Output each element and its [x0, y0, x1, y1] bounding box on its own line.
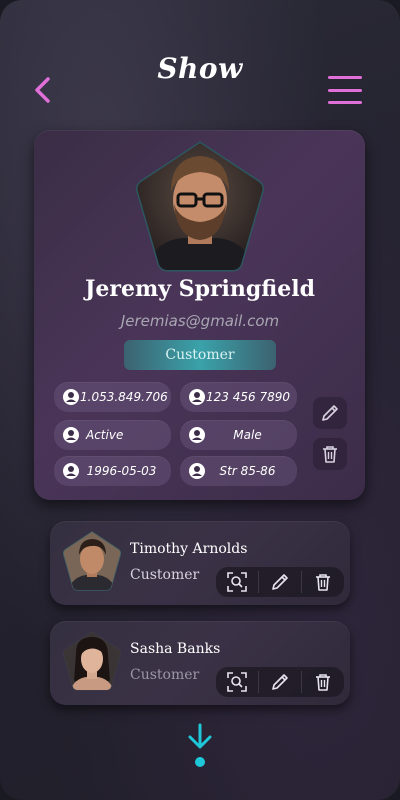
app-screen: Show Jeremy Springfield Jeremias@gmail.c… [0, 0, 400, 800]
id-number-value: 1.053.849.706 [80, 390, 168, 404]
hamburger-menu-button[interactable] [328, 76, 362, 104]
profile-email: Jeremias@gmail.com [120, 312, 280, 330]
arrow-down-icon [188, 723, 212, 767]
customer-role: Customer [130, 567, 200, 583]
trash-icon [316, 574, 330, 591]
address-value: Str 85-86 [219, 464, 276, 478]
delete-button[interactable] [302, 567, 344, 597]
trash-icon [316, 674, 330, 691]
gender-field: Male [180, 420, 297, 450]
view-button[interactable] [216, 567, 258, 597]
birthdate-field: 1996-05-03 [54, 456, 171, 486]
status-value: Active [86, 428, 124, 442]
customer-actions [216, 567, 344, 597]
edit-button[interactable] [259, 667, 301, 697]
trash-icon [323, 446, 337, 463]
id-number-field: 1.053.849.706 [54, 382, 171, 412]
edit-profile-button[interactable] [313, 397, 347, 429]
list-item[interactable]: Timothy Arnolds Customer [50, 521, 350, 605]
address-field: Str 85-86 [180, 456, 297, 486]
delete-button[interactable] [302, 667, 344, 697]
avatar [62, 531, 122, 591]
role-badge: Customer [124, 340, 276, 370]
gender-value: Male [233, 428, 262, 442]
status-field: Active [54, 420, 171, 450]
scan-search-icon [227, 572, 247, 592]
phone-field: 123 456 7890 [180, 382, 297, 412]
profile-avatar [135, 141, 265, 272]
user-circle-icon [189, 389, 205, 405]
customer-actions [216, 667, 344, 697]
user-circle-icon [63, 427, 79, 443]
pencil-icon [272, 574, 288, 590]
user-circle-icon [189, 427, 205, 443]
load-more-button[interactable] [186, 722, 214, 772]
delete-profile-button[interactable] [313, 438, 347, 470]
menu-line [328, 88, 362, 92]
menu-line [328, 101, 362, 104]
customer-name: Sasha Banks [130, 641, 221, 657]
pencil-icon [322, 405, 338, 421]
pencil-icon [272, 674, 288, 690]
user-circle-icon [189, 463, 205, 479]
list-item[interactable]: Sasha Banks Customer [50, 621, 350, 705]
customer-name: Timothy Arnolds [130, 541, 248, 557]
scan-search-icon [227, 672, 247, 692]
view-button[interactable] [216, 667, 258, 697]
phone-value: 123 456 7890 [206, 390, 290, 404]
avatar [62, 631, 122, 691]
customer-role: Customer [130, 667, 200, 683]
menu-line [328, 76, 362, 79]
profile-name: Jeremy Springfield [84, 276, 316, 302]
user-circle-icon [63, 463, 79, 479]
birthdate-value: 1996-05-03 [86, 464, 157, 478]
user-circle-icon [63, 389, 79, 405]
edit-button[interactable] [259, 567, 301, 597]
